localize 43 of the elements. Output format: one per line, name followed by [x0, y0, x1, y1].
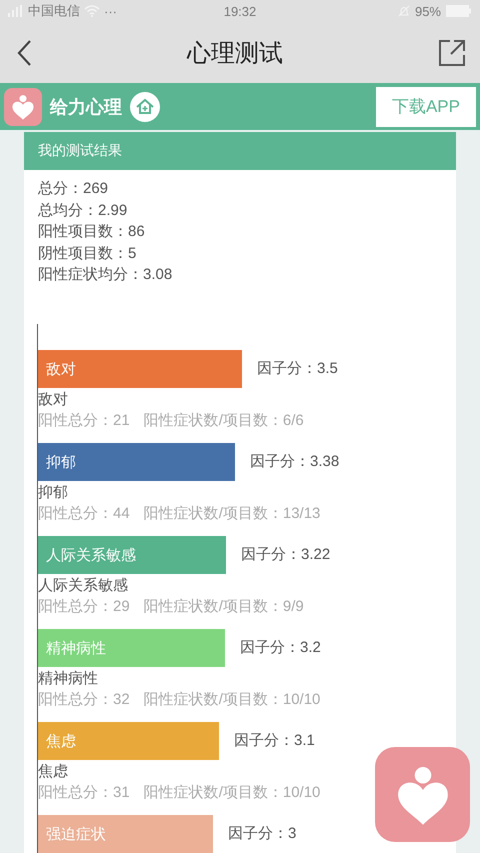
stat-line: 阳性症状均分：3.08 — [38, 265, 174, 285]
factor-score: 因子分：3.1 — [234, 731, 315, 750]
positive-total: 阳性总分：29 — [38, 596, 130, 616]
positive-total: 阳性总分：44 — [38, 504, 130, 524]
bar-label: 人际关系敏感 — [46, 546, 136, 564]
factor-name: 精神病性 — [38, 668, 99, 688]
positive-total: 阳性总分：31 — [38, 782, 130, 802]
clock: 19:32 — [224, 4, 256, 18]
app-logo-icon — [4, 88, 42, 126]
download-app-button[interactable]: 下载APP — [376, 86, 476, 126]
share-icon[interactable] — [438, 38, 466, 66]
factor-name: 抑郁 — [38, 482, 69, 502]
page-title: 心理测试 — [187, 38, 283, 68]
factor-score: 因子分：3.38 — [250, 452, 340, 471]
stat-line: 阳性项目数：86 — [38, 222, 146, 242]
factor-score: 因子分：3.22 — [241, 545, 330, 564]
more-indicator: ··· — [104, 4, 117, 18]
stat-line: 阴性项目数：5 — [38, 244, 138, 264]
bar-label: 敌对 — [46, 360, 76, 378]
symptom-ratio: 阳性症状数/项目数：6/6 — [144, 410, 304, 430]
symptom-ratio: 阳性症状数/项目数：10/10 — [144, 690, 320, 710]
factor-name: 敌对 — [38, 390, 69, 410]
stat-line: 总均分：2.99 — [38, 200, 128, 220]
factor-name: 焦虑 — [38, 762, 69, 782]
factor-name: 人际关系敏感 — [38, 576, 129, 596]
factor-score: 因子分：3.2 — [240, 638, 321, 657]
bar-label: 焦虑 — [46, 732, 76, 750]
stat-line: 总分：269 — [38, 179, 110, 199]
factor-score: 因子分：3.5 — [257, 359, 338, 378]
symptom-ratio: 阳性症状数/项目数：9/9 — [144, 596, 304, 616]
positive-total: 阳性总分：32 — [38, 690, 130, 710]
back-icon[interactable] — [16, 38, 32, 66]
brand-name: 给力心理 — [50, 96, 122, 118]
card-title: 我的测试结果 — [24, 132, 456, 170]
symptom-ratio: 阳性症状数/项目数：13/13 — [144, 504, 320, 524]
positive-total: 阳性总分：21 — [38, 410, 130, 430]
bar-label: 精神病性 — [46, 640, 106, 656]
factor-score: 因子分：3 — [228, 824, 296, 843]
battery-percent: 95% — [414, 4, 441, 18]
bar-label: 强迫症状 — [46, 826, 106, 842]
bar-label: 抑郁 — [46, 454, 76, 470]
carrier-name: 中国电信 — [28, 2, 80, 20]
symptom-ratio: 阳性症状数/项目数：10/10 — [144, 782, 320, 802]
